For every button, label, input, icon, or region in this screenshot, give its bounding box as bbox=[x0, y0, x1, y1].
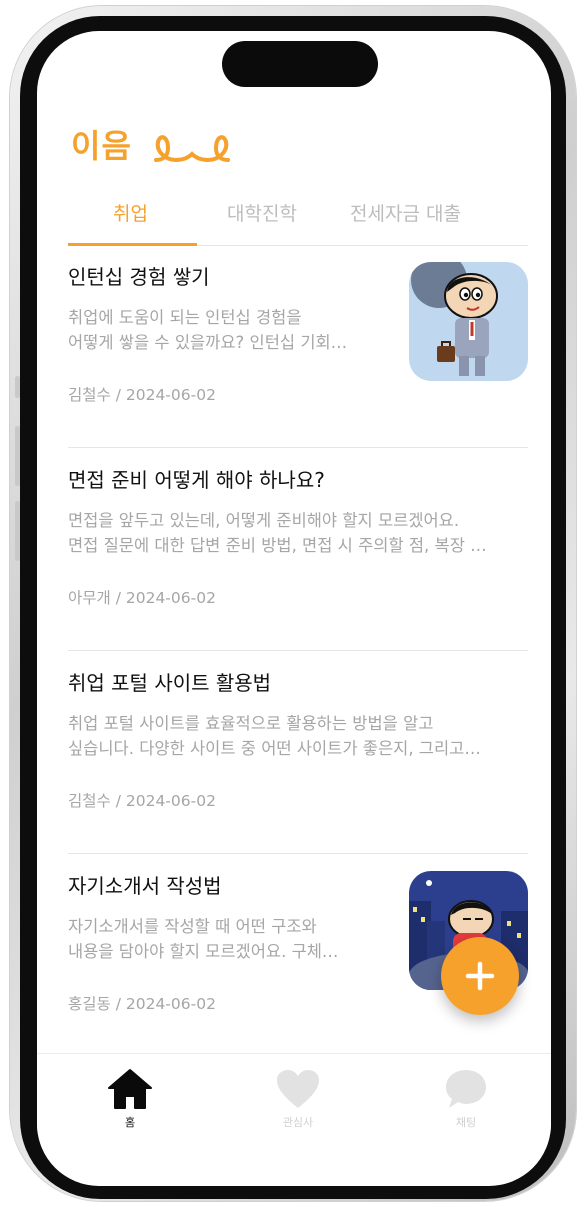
nav-chat[interactable]: 채팅 bbox=[431, 1068, 501, 1130]
tab-jeonse-loan[interactable]: 전세자금 대출 bbox=[350, 199, 461, 226]
post-title: 인턴십 경험 쌓기 bbox=[68, 265, 210, 289]
post-list: 인턴십 경험 쌓기 취업에 도움이 되는 인턴십 경험을 어떻게 쌓을 수 있을… bbox=[68, 245, 528, 1057]
post-preview: 취업 포털 사이트를 효율적으로 활용하는 방법을 알고 싶습니다. 다양한 사… bbox=[68, 711, 528, 761]
post-meta: 김철수 / 2024-06-02 bbox=[68, 792, 216, 810]
nav-label-home: 홈 bbox=[124, 1116, 136, 1129]
post-meta: 아무개 / 2024-06-02 bbox=[68, 589, 216, 607]
post-preview-line: 취업 포털 사이트를 효율적으로 활용하는 방법을 알고 bbox=[68, 714, 434, 733]
post-preview-line: 자기소개서를 작성할 때 어떤 구조와 bbox=[68, 917, 317, 936]
tab-employment[interactable]: 취업 bbox=[113, 199, 148, 226]
post-preview: 면접을 앞두고 있는데, 어떻게 준비해야 할지 모르겠어요. 면접 질문에 대… bbox=[68, 508, 528, 558]
nav-interests[interactable]: 관심사 bbox=[263, 1068, 333, 1130]
plus-icon bbox=[465, 961, 495, 991]
post-title: 자기소개서 작성법 bbox=[68, 874, 222, 898]
nav-home[interactable]: 홈 bbox=[95, 1068, 165, 1130]
post-preview: 자기소개서를 작성할 때 어떤 구조와 내용을 담아야 할지 모르겠어요. 구체… bbox=[68, 914, 368, 964]
nav-label-interests: 관심사 bbox=[282, 1116, 314, 1129]
post-item[interactable]: 취업 포털 사이트 활용법 취업 포털 사이트를 효율적으로 활용하는 방법을 … bbox=[68, 651, 528, 854]
tab-college-admission[interactable]: 대학진학 bbox=[227, 199, 297, 226]
post-title: 취업 포털 사이트 활용법 bbox=[68, 671, 272, 695]
heart-icon bbox=[277, 1070, 319, 1108]
post-preview-line: 내용을 담아야 할지 모르겠어요. 구체… bbox=[68, 942, 339, 961]
post-item[interactable]: 면접 준비 어떻게 해야 하나요? 면접을 앞두고 있는데, 어떻게 준비해야 … bbox=[68, 448, 528, 651]
post-preview-line: 어떻게 쌓을 수 있을까요? 인턴십 기회… bbox=[68, 333, 348, 352]
post-preview: 취업에 도움이 되는 인턴십 경험을 어떻게 쌓을 수 있을까요? 인턴십 기회… bbox=[68, 305, 398, 355]
nav-label-chat: 채팅 bbox=[455, 1116, 477, 1129]
post-item[interactable]: 인턴십 경험 쌓기 취업에 도움이 되는 인턴십 경험을 어떻게 쌓을 수 있을… bbox=[68, 245, 528, 448]
category-tabs: 취업 대학진학 전세자금 대출 bbox=[68, 191, 528, 246]
dynamic-island bbox=[222, 41, 378, 87]
post-preview-line: 싶습니다. 다양한 사이트 중 어떤 사이트가 좋은지, 그리고… bbox=[68, 739, 481, 758]
app-screen: 이음 취업 대학진학 전세자금 대출 인턴십 경험 쌓기 취업에 도움이 되는 … bbox=[37, 31, 551, 1186]
post-title: 면접 준비 어떻게 해야 하나요? bbox=[68, 468, 325, 492]
post-meta: 김철수 / 2024-06-02 bbox=[68, 386, 216, 404]
post-preview-line: 면접을 앞두고 있는데, 어떻게 준비해야 할지 모르겠어요. bbox=[68, 511, 460, 530]
logo-text: 이음 bbox=[71, 127, 132, 165]
post-preview-line: 면접 질문에 대한 답변 준비 방법, 면접 시 주의할 점, 복장 … bbox=[68, 536, 487, 555]
home-icon bbox=[108, 1069, 152, 1109]
logo-loop-icon bbox=[153, 135, 230, 163]
create-post-button[interactable] bbox=[441, 937, 519, 1015]
post-thumbnail-businessman bbox=[409, 262, 528, 381]
post-meta: 홍길동 / 2024-06-02 bbox=[68, 995, 216, 1013]
post-preview-line: 취업에 도움이 되는 인턴십 경험을 bbox=[68, 308, 302, 327]
app-logo: 이음 bbox=[71, 121, 232, 167]
chat-bubble-icon bbox=[446, 1070, 486, 1108]
bottom-navigation: 홈 관심사 채팅 bbox=[37, 1053, 551, 1134]
